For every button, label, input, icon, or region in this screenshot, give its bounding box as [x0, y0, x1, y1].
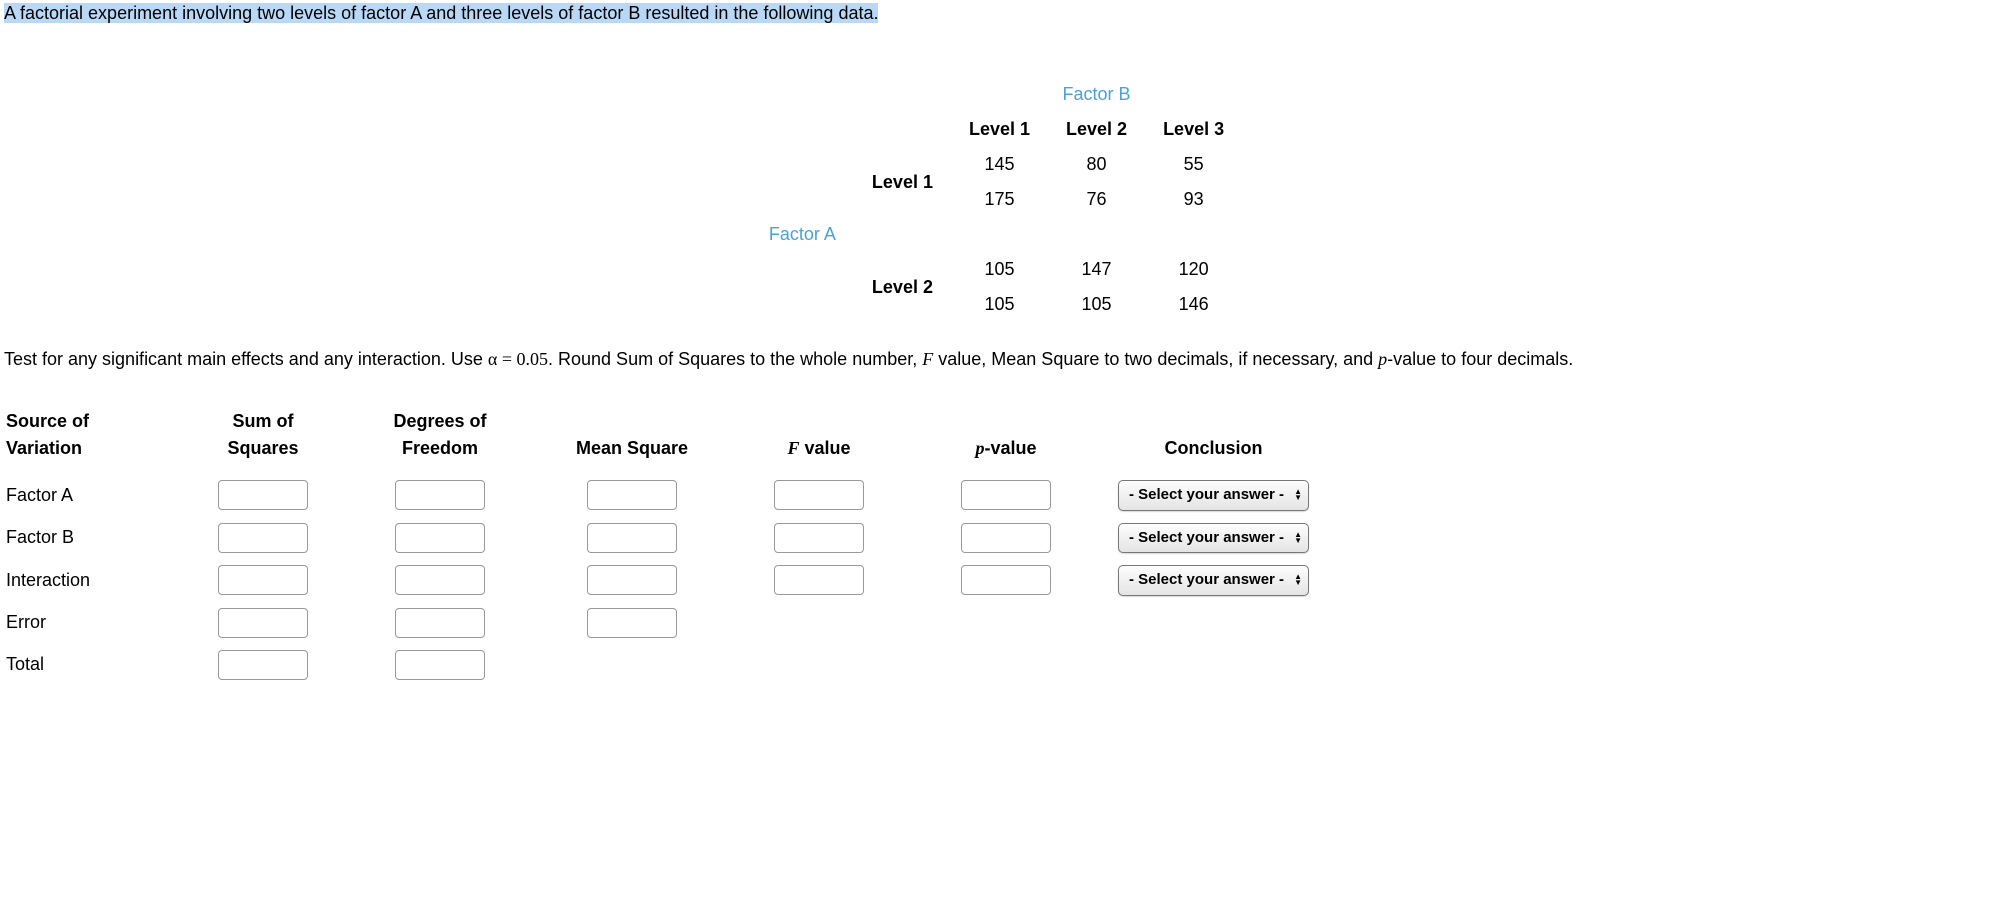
- row-header-level2: Level 2: [854, 252, 951, 322]
- input-ms-interaction[interactable]: [587, 565, 677, 595]
- data-cell: 105: [1048, 287, 1145, 322]
- data-cell: 145: [951, 147, 1048, 182]
- input-df-factor-a[interactable]: [395, 480, 485, 510]
- factor-a-label: Factor A: [751, 217, 854, 252]
- input-ss-factor-a[interactable]: [218, 480, 308, 510]
- updown-icon: ▲▼: [1294, 532, 1302, 544]
- instructions-text: Test for any significant main effects an…: [4, 342, 1989, 376]
- input-f-factor-b[interactable]: [774, 523, 864, 553]
- data-cell: 120: [1145, 252, 1242, 287]
- data-cell: 146: [1145, 287, 1242, 322]
- input-ss-factor-b[interactable]: [218, 523, 308, 553]
- data-table-container: Factor B Level 1 Level 2 Level 3 Level 1…: [4, 77, 1989, 322]
- row-label: Factor B: [4, 517, 186, 560]
- data-cell: 105: [951, 287, 1048, 322]
- updown-icon: ▲▼: [1294, 574, 1302, 586]
- select-conclusion-factor-a[interactable]: - Select your answer - ▲▼: [1118, 480, 1309, 511]
- input-f-factor-a[interactable]: [774, 480, 864, 510]
- header-source: Source ofVariation: [4, 406, 186, 474]
- input-df-interaction[interactable]: [395, 565, 485, 595]
- row-header-level1: Level 1: [854, 147, 951, 217]
- input-f-interaction[interactable]: [774, 565, 864, 595]
- input-p-interaction[interactable]: [961, 565, 1051, 595]
- input-df-factor-b[interactable]: [395, 523, 485, 553]
- header-sum-squares: Sum ofSquares: [186, 406, 358, 474]
- data-cell: 147: [1048, 252, 1145, 287]
- col-header-level2: Level 2: [1048, 112, 1145, 147]
- col-header-level1: Level 1: [951, 112, 1048, 147]
- input-ms-error[interactable]: [587, 608, 677, 638]
- input-ss-interaction[interactable]: [218, 565, 308, 595]
- anova-row-interaction: Interaction - Select your answer - ▲▼: [4, 559, 1329, 602]
- input-p-factor-b[interactable]: [961, 523, 1051, 553]
- input-ms-factor-a[interactable]: [587, 480, 677, 510]
- input-df-error[interactable]: [395, 608, 485, 638]
- input-ms-factor-b[interactable]: [587, 523, 677, 553]
- data-cell: 93: [1145, 182, 1242, 217]
- factor-b-label: Factor B: [951, 77, 1242, 112]
- input-df-total[interactable]: [395, 650, 485, 680]
- input-ss-error[interactable]: [218, 608, 308, 638]
- data-cell: 175: [951, 182, 1048, 217]
- data-cell: 76: [1048, 182, 1145, 217]
- anova-row-factor-b: Factor B - Select your answer - ▲▼: [4, 517, 1329, 560]
- input-ss-total[interactable]: [218, 650, 308, 680]
- anova-row-total: Total: [4, 644, 1329, 686]
- select-conclusion-factor-b[interactable]: - Select your answer - ▲▼: [1118, 523, 1309, 554]
- row-label: Interaction: [4, 559, 186, 602]
- data-cell: 80: [1048, 147, 1145, 182]
- experiment-data-table: Factor B Level 1 Level 2 Level 3 Level 1…: [751, 77, 1242, 322]
- anova-row-factor-a: Factor A - Select your answer - ▲▼: [4, 474, 1329, 517]
- data-cell: 105: [951, 252, 1048, 287]
- row-label: Error: [4, 602, 186, 644]
- header-degrees-freedom: Degrees ofFreedom: [358, 406, 540, 474]
- data-cell: 55: [1145, 147, 1242, 182]
- row-label: Factor A: [4, 474, 186, 517]
- intro-text: A factorial experiment involving two lev…: [4, 3, 878, 23]
- header-p-value: p-value: [914, 406, 1116, 474]
- anova-table: Source ofVariation Sum ofSquares Degrees…: [4, 406, 1329, 686]
- input-p-factor-a[interactable]: [961, 480, 1051, 510]
- header-conclusion: Conclusion: [1116, 406, 1329, 474]
- select-conclusion-interaction[interactable]: - Select your answer - ▲▼: [1118, 565, 1309, 596]
- anova-row-error: Error: [4, 602, 1329, 644]
- row-label: Total: [4, 644, 186, 686]
- updown-icon: ▲▼: [1294, 489, 1302, 501]
- col-header-level3: Level 3: [1145, 112, 1242, 147]
- header-f-value: F value: [742, 406, 914, 474]
- header-mean-square: Mean Square: [540, 406, 742, 474]
